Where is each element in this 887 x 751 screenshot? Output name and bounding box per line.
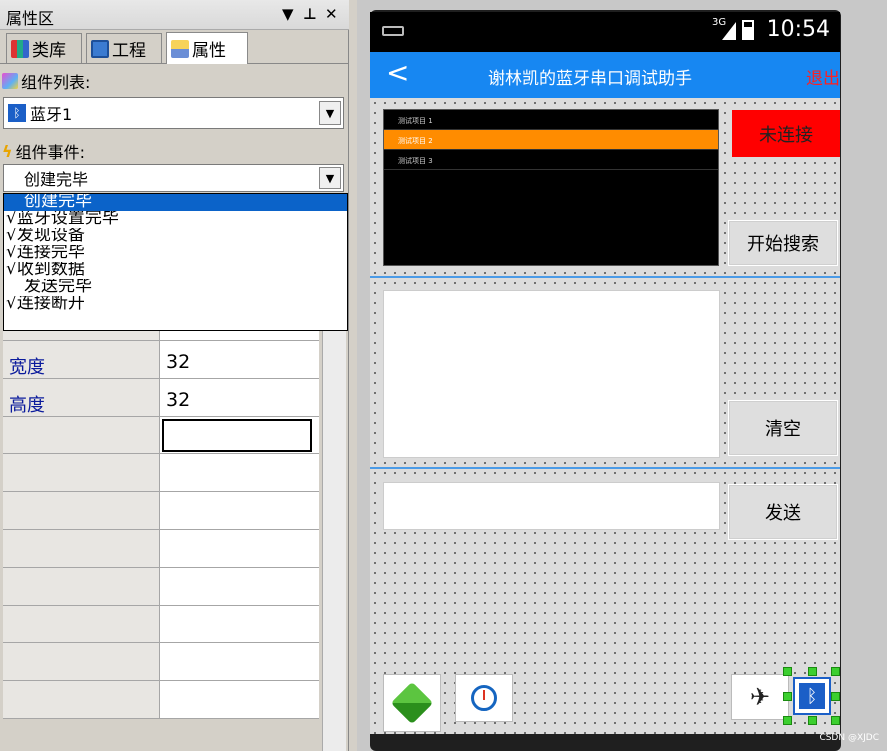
timer-icon[interactable] <box>455 674 513 722</box>
component-select-value: 蓝牙1 <box>30 105 73 124</box>
ecomponent-icon[interactable] <box>383 674 441 732</box>
component-list-label: 组件列表: <box>2 69 90 93</box>
exit-button[interactable]: 退出 <box>806 64 840 89</box>
event-dropdown-list: 创建完毕 √蓝牙设置完毕 √发现设备 √连接完毕 √收到数据 发送完毕 √连接断… <box>3 193 348 331</box>
list-item[interactable]: 测试项目 3 <box>384 150 718 170</box>
watermark: CSDN @XJDC <box>819 733 879 743</box>
tab-library[interactable]: 类库 <box>6 33 82 63</box>
bluetooth-icon: ᛒ <box>8 104 26 122</box>
event-option[interactable]: √发现设备 <box>4 228 347 245</box>
resize-handle[interactable] <box>783 692 792 701</box>
property-row[interactable]: 高度 32 <box>3 378 319 417</box>
tab-project[interactable]: 工程 <box>86 33 162 63</box>
resize-handle[interactable] <box>831 667 840 676</box>
property-panel: 属性区 ▼ ⊥ ✕ 类库 工程 属性 组件列表: ᛒ 蓝牙1 ▼ ϟ 组件事件:… <box>0 0 349 751</box>
event-option[interactable]: √连接完毕 <box>4 245 347 262</box>
status-bar: 3G 10:54 <box>370 12 840 52</box>
components-icon <box>2 73 18 89</box>
component-event-label: ϟ 组件事件: <box>2 139 85 163</box>
lightning-icon: ϟ <box>2 141 13 161</box>
keyboard-icon <box>382 26 404 36</box>
app-title-bar: < 谢林凯的蓝牙串口调试助手 退出 <box>370 52 840 98</box>
resize-handle[interactable] <box>831 716 840 725</box>
property-edit-field[interactable] <box>162 418 312 452</box>
component-event-label-text: 组件事件: <box>15 143 85 162</box>
library-icon <box>11 39 29 58</box>
property-row[interactable] <box>3 416 319 455</box>
event-option[interactable]: 发送完毕 <box>4 279 347 296</box>
property-row[interactable]: 宽度 32 <box>3 341 319 379</box>
property-row <box>3 331 319 341</box>
property-name: 宽度 <box>3 341 160 378</box>
tab-library-label: 类库 <box>32 41 66 61</box>
panel-title-bar: 属性区 ▼ ⊥ ✕ <box>0 0 349 30</box>
resize-handle[interactable] <box>808 667 817 676</box>
property-scrollbar[interactable] <box>322 331 346 751</box>
property-name <box>3 416 160 454</box>
chevron-down-icon[interactable]: ▼ <box>319 101 341 125</box>
property-name: 高度 <box>3 378 160 416</box>
event-option[interactable]: √收到数据 <box>4 262 347 279</box>
pin-icon[interactable]: ⊥ <box>303 5 317 23</box>
property-row <box>3 529 319 568</box>
property-grid: 宽度 32 高度 32 <box>3 331 319 719</box>
resize-handle[interactable] <box>783 667 792 676</box>
chevron-down-icon[interactable]: ▼ <box>319 167 341 189</box>
send-input[interactable] <box>383 482 720 530</box>
tab-properties[interactable]: 属性 <box>166 32 248 64</box>
property-value[interactable]: 32 <box>160 378 319 416</box>
property-row <box>3 681 319 719</box>
property-row <box>3 454 319 493</box>
send-button[interactable]: 发送 <box>728 484 838 540</box>
bluetooth-component-icon[interactable]: ᛒ <box>793 677 831 715</box>
list-item[interactable]: 测试项目 2 <box>384 130 718 150</box>
signal-icon <box>722 22 736 40</box>
resize-handle[interactable] <box>831 692 840 701</box>
component-select[interactable]: ᛒ 蓝牙1 ▼ <box>3 97 344 129</box>
list-item[interactable]: 测试项目 1 <box>384 110 718 130</box>
panel-title: 属性区 <box>6 9 55 28</box>
panel-tabs: 类库 工程 属性 <box>0 30 349 64</box>
component-list-label-text: 组件列表: <box>21 73 91 92</box>
property-row <box>3 567 319 606</box>
divider <box>370 467 840 469</box>
divider <box>370 276 840 278</box>
clear-button[interactable]: 清空 <box>728 400 838 456</box>
receive-textarea[interactable] <box>383 290 720 458</box>
event-option[interactable]: √蓝牙设置完毕 <box>4 211 347 228</box>
property-value[interactable]: 32 <box>160 341 319 378</box>
app-title: 谢林凯的蓝牙串口调试助手 <box>488 69 692 89</box>
satellite-icon[interactable]: ✈ <box>731 674 789 720</box>
tab-project-label: 工程 <box>112 41 146 61</box>
event-option[interactable]: 创建完毕 <box>4 194 347 211</box>
resize-handle[interactable] <box>808 716 817 725</box>
event-option[interactable]: √连接断开 <box>4 296 347 313</box>
property-row <box>3 643 319 682</box>
close-icon[interactable]: ✕ <box>325 5 338 23</box>
start-search-button[interactable]: 开始搜索 <box>728 220 838 266</box>
battery-icon <box>742 20 754 40</box>
property-row <box>3 605 319 644</box>
event-select-value: 创建完毕 <box>24 170 89 189</box>
tab-properties-label: 属性 <box>192 41 226 61</box>
properties-icon <box>171 39 189 58</box>
status-time: 10:54 <box>766 17 830 42</box>
event-select[interactable]: 创建完毕 ▼ <box>3 164 344 192</box>
connection-status-button[interactable]: 未连接 <box>732 110 840 157</box>
project-icon <box>91 39 109 58</box>
resize-handle[interactable] <box>783 716 792 725</box>
device-list[interactable]: 测试项目 1 测试项目 2 测试项目 3 <box>383 109 719 266</box>
property-row <box>3 492 319 530</box>
panel-menu-icon[interactable]: ▼ <box>282 5 294 23</box>
